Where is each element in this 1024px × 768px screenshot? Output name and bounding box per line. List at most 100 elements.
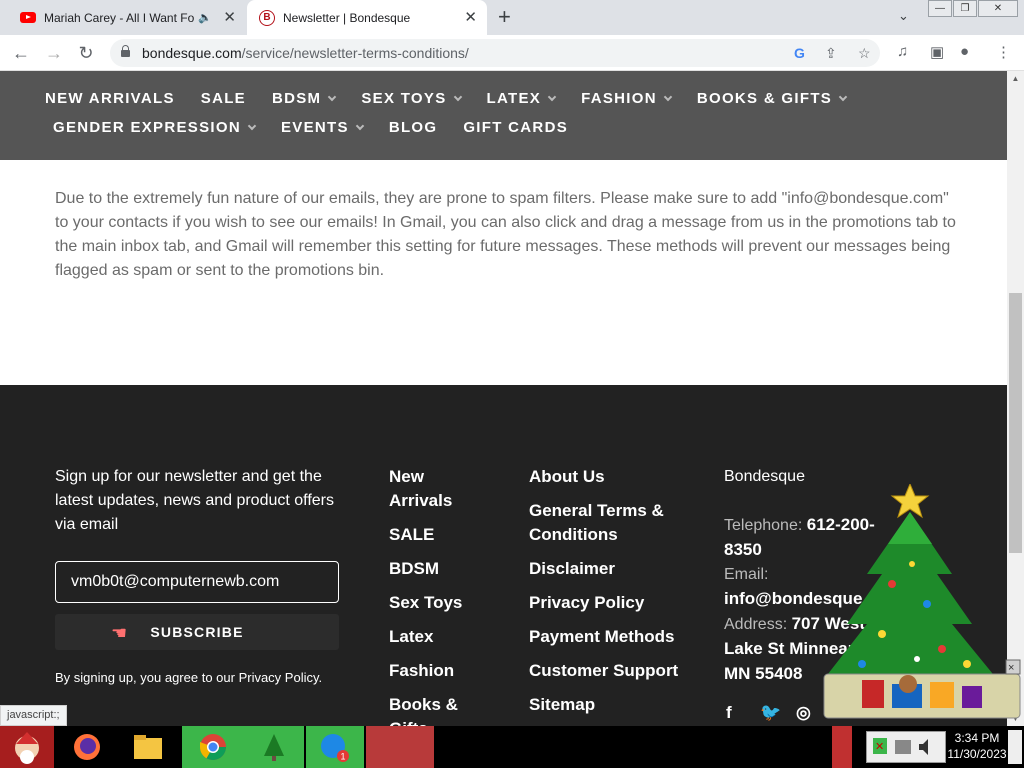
url-text: bondesque.com/service/newsletter-terms-c…: [142, 45, 469, 61]
taskbar-clock[interactable]: 3:34 PM 11/30/2023: [946, 730, 1008, 762]
messenger-icon[interactable]: 1: [306, 726, 364, 768]
footer-link-payment-methods[interactable]: Payment Methods: [529, 625, 679, 649]
nav-item-label: FASHION: [581, 90, 657, 107]
footer-link-latex[interactable]: Latex: [389, 625, 489, 649]
footer-link-disclaimer[interactable]: Disclaimer: [529, 557, 679, 581]
footer-link-general-terms-and-conditions[interactable]: General Terms & Conditions: [529, 499, 679, 547]
chevron-down-icon[interactable]: [838, 92, 848, 101]
back-icon[interactable]: ←: [9, 41, 33, 65]
nav-item-latex[interactable]: LATEX: [487, 90, 557, 107]
nav-row-2: GENDER EXPRESSION EVENTS BLOG GIFT CARDS: [53, 119, 594, 136]
close-window-button[interactable]: ✕: [978, 0, 1018, 17]
new-tab-button[interactable]: +: [498, 5, 511, 29]
nav-item-label: EVENTS: [280, 119, 349, 136]
nav-item-bdsm[interactable]: BDSM: [272, 90, 337, 107]
chrome-icon[interactable]: [182, 726, 244, 768]
chevron-down-icon[interactable]: [328, 92, 337, 101]
instagram-icon[interactable]: ◎: [796, 703, 811, 723]
menu-icon[interactable]: ⋮: [996, 43, 1011, 61]
tab-title: Mariah Carey - All I Want For Christmas …: [44, 10, 194, 25]
chevron-down-icon[interactable]: [663, 92, 673, 101]
christmas-tree-widget[interactable]: ×: [822, 484, 1022, 724]
scroll-up-icon[interactable]: ▲: [1007, 74, 1024, 83]
media-control-icon[interactable]: ♫: [897, 43, 908, 60]
svg-text:✕: ✕: [875, 741, 884, 753]
reload-icon[interactable]: ↻: [74, 41, 98, 65]
footer-link-books-and-gifts[interactable]: Books & Gifts: [389, 693, 489, 726]
footer-link-privacy-policy[interactable]: Privacy Policy: [529, 591, 679, 615]
tab-strip: Mariah Carey - All I Want For Christmas …: [0, 0, 1024, 35]
address-bar[interactable]: bondesque.com/service/newsletter-terms-c…: [110, 39, 880, 67]
bookmark-star-icon[interactable]: ☆: [858, 45, 871, 62]
lock-icon[interactable]: [121, 45, 130, 57]
privacy-agreement-text: By signing up, you agree to our Privacy …: [55, 670, 323, 685]
taskbar-app[interactable]: [366, 726, 434, 768]
footer-link-new-arrivals[interactable]: New Arrivals: [389, 465, 489, 513]
nav-item-new-arrivals[interactable]: NEW ARRIVALS: [45, 90, 175, 107]
tab-newsletter[interactable]: B Newsletter | Bondesque ✕: [247, 0, 487, 35]
close-tab-icon[interactable]: ✕: [464, 8, 477, 26]
footer-link-about-us[interactable]: About Us: [529, 465, 679, 489]
chevron-down-icon[interactable]: [355, 121, 365, 130]
newsletter-email-input[interactable]: [55, 561, 339, 603]
maximize-button[interactable]: ❐: [953, 0, 977, 17]
shop-links-column: New Arrivals SALE BDSM Sex Toys Latex Fashion…: [389, 465, 489, 726]
status-bar-link: javascript:;: [0, 705, 67, 726]
nav-item-label: GENDER EXPRESSION: [53, 119, 241, 136]
newsletter-terms-paragraph: Due to the extremely fun nature of our e…: [55, 190, 956, 279]
profile-icon[interactable]: ●: [960, 43, 969, 60]
side-panel-icon[interactable]: ▣: [930, 43, 944, 61]
tab-title: Newsletter | Bondesque: [283, 10, 411, 25]
nav-item-label: BOOKS & GIFTS: [696, 90, 833, 107]
tab-search-icon[interactable]: ⌄: [898, 8, 909, 24]
twitter-icon[interactable]: 🐦: [760, 703, 781, 723]
close-tab-icon[interactable]: ✕: [223, 8, 236, 26]
tab-youtube[interactable]: Mariah Carey - All I Want For Christmas …: [8, 0, 246, 35]
hand-cursor-icon: ☚: [111, 623, 128, 643]
nav-item-sex-toys[interactable]: SEX TOYS: [361, 90, 462, 107]
subscribe-button[interactable]: SUBSCRIBE: [55, 614, 339, 650]
notification-badge: 1: [341, 752, 346, 762]
firefox-icon[interactable]: [62, 726, 112, 768]
footer-link-bdsm[interactable]: BDSM: [389, 557, 489, 581]
nav-item-gender-expression[interactable]: GENDER EXPRESSION: [53, 119, 257, 136]
nav-item-books-and-gifts[interactable]: BOOKS & GIFTS: [696, 90, 848, 107]
svg-text:×: ×: [1008, 662, 1014, 674]
clock-time: 3:34 PM: [954, 731, 1000, 745]
footer-link-sale[interactable]: SALE: [389, 523, 489, 547]
footer-link-fashion[interactable]: Fashion: [389, 659, 489, 683]
footer-link-sitemap[interactable]: Sitemap: [529, 693, 679, 717]
speaker-icon[interactable]: 🔈: [198, 11, 212, 24]
nav-item-label: SEX TOYS: [361, 90, 447, 107]
system-tray[interactable]: ✕: [866, 731, 946, 763]
chevron-down-icon[interactable]: [247, 121, 257, 130]
nav-item-label: SALE: [200, 90, 246, 107]
show-desktop-button[interactable]: [1008, 730, 1022, 764]
chevron-down-icon[interactable]: [453, 92, 462, 101]
minimize-button[interactable]: —: [928, 0, 952, 17]
privacy-policy-link[interactable]: Privacy Policy: [239, 670, 319, 685]
footer-link-sex-toys[interactable]: Sex Toys: [389, 591, 489, 615]
nav-item-sale[interactable]: SALE: [201, 90, 246, 107]
facebook-icon[interactable]: f: [726, 703, 732, 723]
share-icon[interactable]: ⇪: [825, 45, 837, 62]
file-explorer-icon[interactable]: [126, 726, 170, 768]
nav-item-label: GIFT CARDS: [463, 119, 569, 136]
youtube-icon: [20, 10, 36, 26]
nav-item-blog[interactable]: BLOG: [389, 119, 438, 136]
chevron-down-icon[interactable]: [547, 92, 557, 101]
nav-item-gift-cards[interactable]: GIFT CARDS: [463, 119, 568, 136]
bondesque-icon: B: [259, 9, 275, 26]
start-santa-icon[interactable]: [0, 726, 54, 768]
tree-app-icon[interactable]: [244, 726, 304, 768]
footer-link-customer-support[interactable]: Customer Support: [529, 659, 679, 683]
main-navigation: NEW ARRIVALS SALE BDSM SEX TOYS LATEX FASHION…: [0, 71, 1007, 160]
info-links-column: About Us General Terms & Conditions Discla…: [529, 465, 679, 726]
nav-item-events[interactable]: EVENTS: [280, 119, 365, 136]
clock-date: 11/30/2023: [947, 747, 1007, 761]
flag-icon[interactable]: [832, 726, 852, 768]
forward-icon[interactable]: →: [42, 41, 66, 65]
google-lens-icon[interactable]: G: [794, 45, 805, 61]
browser-toolbar: ← → ↻ bondesque.com/service/newsletter-t…: [0, 35, 1024, 71]
nav-item-fashion[interactable]: FASHION: [581, 90, 673, 107]
